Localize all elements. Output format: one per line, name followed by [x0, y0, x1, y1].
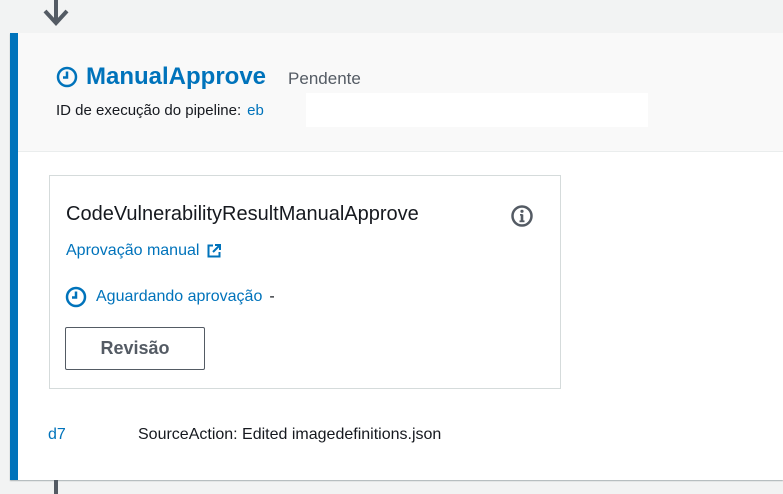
stage-title-row: ManualApprove Pendente	[56, 63, 361, 91]
revision-id-link[interactable]: d7	[48, 426, 138, 444]
review-button[interactable]: Revisão	[65, 327, 205, 370]
execution-id-label: ID de execução do pipeline:	[56, 102, 242, 119]
execution-id-link[interactable]: eb	[247, 102, 264, 119]
provider-link[interactable]: Aprovação manual	[66, 242, 222, 260]
clock-icon	[56, 66, 78, 88]
external-link-icon	[207, 244, 222, 258]
stage-accent-bar	[10, 33, 18, 480]
action-name: CodeVulnerabilityResultManualApprove	[66, 203, 419, 225]
pipeline-stage: ManualApprove Pendente ID de execução do…	[10, 33, 783, 480]
provider-link-label[interactable]: Aprovação manual	[66, 242, 199, 260]
revision-row: d7 SourceAction: Edited imagedefinitions…	[48, 426, 441, 444]
arrow-down-icon	[43, 0, 69, 26]
action-card: CodeVulnerabilityResultManualApprove Apr…	[49, 175, 561, 389]
redaction-box	[306, 93, 648, 127]
info-circle-icon[interactable]	[510, 204, 534, 228]
action-status-row: Aguardando aprovação -	[65, 286, 275, 308]
action-status-suffix: -	[269, 288, 275, 305]
clock-icon	[65, 286, 87, 308]
revision-message: SourceAction: Edited imagedefinitions.js…	[138, 426, 442, 443]
stage-header: ManualApprove Pendente ID de execução do…	[18, 33, 783, 152]
action-status-link[interactable]: Aguardando aprovação	[96, 288, 262, 306]
execution-id-row: ID de execução do pipeline: eb	[56, 93, 648, 127]
stage-title[interactable]: ManualApprove	[86, 63, 266, 91]
stage-status: Pendente	[288, 69, 361, 88]
stage-connector-line	[54, 480, 58, 494]
